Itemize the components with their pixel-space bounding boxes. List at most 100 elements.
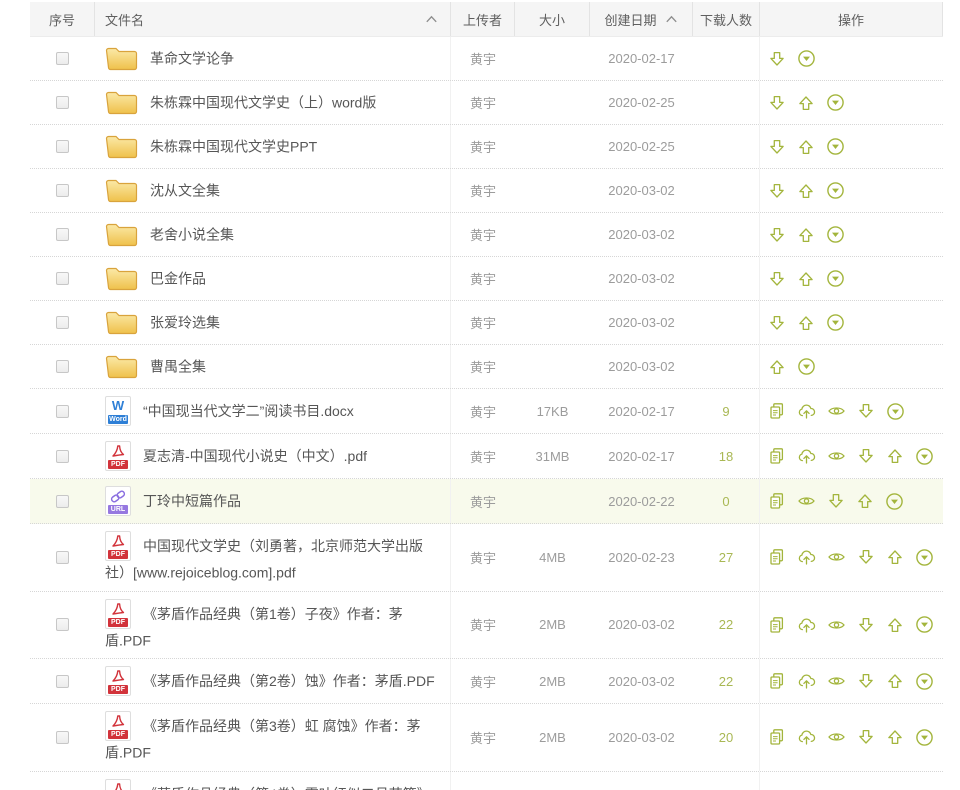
upload-icon[interactable]: [797, 138, 815, 156]
upload-icon[interactable]: [886, 728, 904, 746]
file-name[interactable]: 革命文学论争: [150, 51, 234, 67]
upload-icon[interactable]: [797, 270, 815, 288]
upload-icon[interactable]: [886, 616, 904, 634]
row-checkbox[interactable]: [56, 551, 69, 564]
upload-icon[interactable]: [797, 314, 815, 332]
file-name[interactable]: 《茅盾作品经典（第4卷）霜叶红似二月花等》作者.PDF: [105, 786, 431, 790]
copy-icon[interactable]: [768, 548, 786, 566]
more-icon[interactable]: [797, 49, 816, 68]
copy-icon[interactable]: [768, 447, 786, 465]
file-name[interactable]: 老舍小说全集: [150, 227, 234, 243]
download-icon[interactable]: [857, 402, 875, 420]
preview-icon[interactable]: [797, 492, 816, 510]
file-name[interactable]: 巴金作品: [150, 271, 206, 287]
download-icon[interactable]: [768, 138, 786, 156]
cloud-download-icon[interactable]: [797, 672, 816, 690]
more-icon[interactable]: [826, 313, 845, 332]
more-icon[interactable]: [915, 672, 934, 691]
preview-icon[interactable]: [827, 616, 846, 634]
more-icon[interactable]: [915, 548, 934, 567]
download-icon[interactable]: [768, 182, 786, 200]
cloud-download-icon[interactable]: [797, 402, 816, 420]
row-checkbox[interactable]: [56, 405, 69, 418]
row-checkbox[interactable]: [56, 360, 69, 373]
more-icon[interactable]: [826, 225, 845, 244]
more-icon[interactable]: [915, 615, 934, 634]
file-name[interactable]: 朱栋霖中国现代文学史（上）word版: [150, 95, 376, 111]
copy-icon[interactable]: [768, 672, 786, 690]
download-count: 22: [693, 592, 760, 659]
download-icon[interactable]: [857, 728, 875, 746]
uploader: 黄宇: [451, 257, 515, 300]
file-name[interactable]: 沈从文全集: [150, 183, 220, 199]
row-checkbox[interactable]: [56, 450, 69, 463]
download-icon[interactable]: [768, 226, 786, 244]
sort-asc-icon[interactable]: [425, 15, 438, 23]
row-checkbox[interactable]: [56, 140, 69, 153]
row-checkbox[interactable]: [56, 495, 69, 508]
cloud-download-icon[interactable]: [797, 548, 816, 566]
preview-icon[interactable]: [827, 548, 846, 566]
file-name[interactable]: 中国现代文学史（刘勇著，北京师范大学出版社）[www.rejoiceblog.c…: [105, 538, 423, 581]
download-icon[interactable]: [768, 314, 786, 332]
file-name[interactable]: 《茅盾作品经典（第1卷）子夜》作者：茅盾.PDF: [105, 606, 403, 649]
copy-icon[interactable]: [768, 728, 786, 746]
file-name[interactable]: 曹禺全集: [150, 359, 206, 375]
more-icon[interactable]: [826, 93, 845, 112]
file-name[interactable]: 《茅盾作品经典（第3卷）虹 腐蚀》作者：茅盾.PDF: [105, 718, 421, 761]
upload-icon[interactable]: [886, 447, 904, 465]
more-icon[interactable]: [826, 269, 845, 288]
cloud-download-icon[interactable]: [797, 447, 816, 465]
download-icon[interactable]: [768, 94, 786, 112]
download-icon[interactable]: [857, 672, 875, 690]
preview-icon[interactable]: [827, 447, 846, 465]
copy-icon[interactable]: [768, 616, 786, 634]
upload-icon[interactable]: [797, 226, 815, 244]
header-created[interactable]: 创建日期: [590, 2, 693, 36]
more-icon[interactable]: [915, 728, 934, 747]
cloud-download-icon[interactable]: [797, 728, 816, 746]
upload-icon[interactable]: [856, 492, 874, 510]
download-icon[interactable]: [827, 492, 845, 510]
copy-icon[interactable]: [768, 492, 786, 510]
upload-icon[interactable]: [797, 94, 815, 112]
more-icon[interactable]: [826, 137, 845, 156]
file-name[interactable]: “中国现当代文学二”阅读书目.docx: [143, 403, 354, 419]
file-name[interactable]: 张爱玲选集: [150, 315, 220, 331]
upload-icon[interactable]: [886, 548, 904, 566]
more-icon[interactable]: [886, 402, 905, 421]
row-checkbox[interactable]: [56, 272, 69, 285]
row-checkbox[interactable]: [56, 316, 69, 329]
preview-icon[interactable]: [827, 402, 846, 420]
header-filename[interactable]: 文件名: [95, 2, 451, 36]
upload-icon[interactable]: [768, 358, 786, 376]
row-checkbox[interactable]: [56, 96, 69, 109]
download-icon[interactable]: [857, 616, 875, 634]
cloud-download-icon[interactable]: [797, 616, 816, 634]
more-icon[interactable]: [885, 492, 904, 511]
upload-icon[interactable]: [886, 672, 904, 690]
download-icon[interactable]: [768, 50, 786, 68]
copy-icon[interactable]: [768, 402, 786, 420]
row-checkbox[interactable]: [56, 52, 69, 65]
row-checkbox[interactable]: [56, 731, 69, 744]
preview-icon[interactable]: [827, 672, 846, 690]
file-name[interactable]: 丁玲中短篇作品: [143, 493, 241, 509]
row-checkbox[interactable]: [56, 184, 69, 197]
more-icon[interactable]: [797, 357, 816, 376]
download-icon[interactable]: [857, 447, 875, 465]
file-name[interactable]: 《茅盾作品经典（第2卷）蚀》作者：茅盾.PDF: [143, 673, 435, 689]
file-name[interactable]: 夏志清-中国现代小说史（中文）.pdf: [143, 448, 367, 464]
sort-asc-icon[interactable]: [665, 15, 678, 23]
preview-icon[interactable]: [827, 728, 846, 746]
download-icon[interactable]: [768, 270, 786, 288]
more-icon[interactable]: [826, 181, 845, 200]
more-icon[interactable]: [915, 447, 934, 466]
row-checkbox[interactable]: [56, 228, 69, 241]
row-checkbox[interactable]: [56, 675, 69, 688]
file-name[interactable]: 朱栋霖中国现代文学史PPT: [150, 139, 317, 155]
download-icon[interactable]: [857, 548, 875, 566]
row-checkbox[interactable]: [56, 618, 69, 631]
row-actions: [760, 434, 943, 478]
upload-icon[interactable]: [797, 182, 815, 200]
